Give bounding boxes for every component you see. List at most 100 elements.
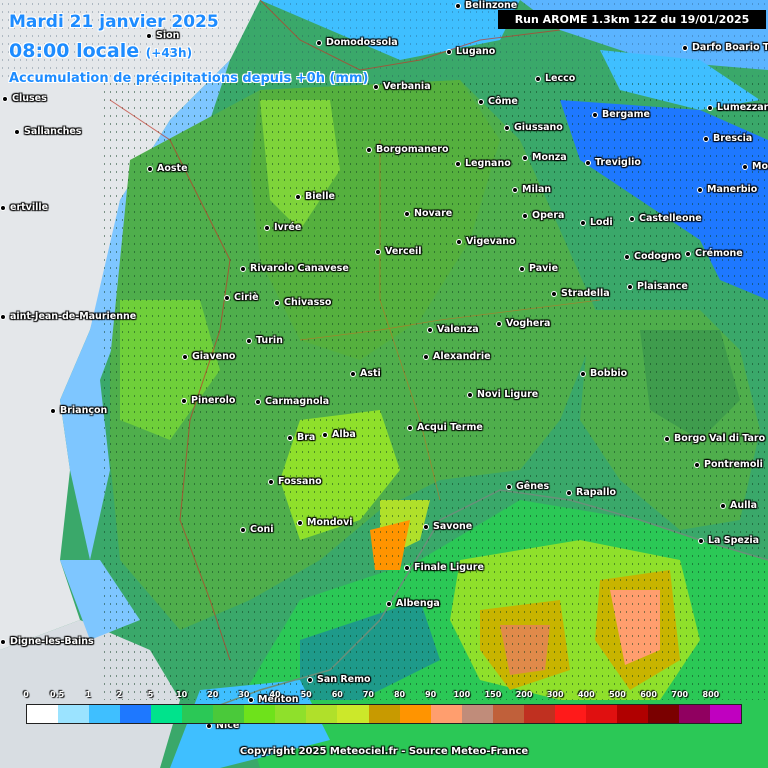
city-dot-icon xyxy=(506,483,512,490)
city-dot-icon xyxy=(404,564,410,571)
city-dot-icon xyxy=(224,294,230,301)
city-marker: Sion xyxy=(146,30,179,41)
legend-tick-label: 600 xyxy=(640,690,657,699)
city-marker: Acqui Terme xyxy=(407,422,483,433)
legend-tick-label: 5 xyxy=(147,690,154,699)
legend-swatch xyxy=(585,705,617,723)
city-dot-icon xyxy=(2,95,8,102)
city-label: Legnano xyxy=(465,158,511,169)
city-label: Côme xyxy=(488,96,518,107)
forecast-time-value: 08:00 locale xyxy=(9,40,140,62)
legend-swatch xyxy=(213,705,245,723)
city-label: Belinzone xyxy=(465,0,518,11)
map-background xyxy=(0,0,768,768)
city-marker: Castelleone xyxy=(629,213,702,224)
city-label: Chivasso xyxy=(284,297,332,308)
city-dot-icon xyxy=(720,502,726,509)
city-label: Sion xyxy=(156,30,180,41)
legend-tick-label: 300 xyxy=(546,690,564,699)
city-label: Alba xyxy=(332,429,356,440)
city-marker: Giaveno xyxy=(182,351,235,362)
city-dot-icon xyxy=(694,461,700,468)
city-dot-icon xyxy=(629,215,635,222)
city-label: Monza xyxy=(532,152,567,163)
city-dot-icon xyxy=(456,238,462,245)
city-label: Sallanches xyxy=(24,126,82,137)
city-label: Ciriè xyxy=(234,292,259,303)
city-dot-icon xyxy=(519,265,525,272)
city-marker: Aulla xyxy=(720,500,757,511)
legend-swatch xyxy=(337,705,369,723)
city-label: San Remo xyxy=(317,674,371,685)
city-marker: Rivarolo Canavese xyxy=(240,263,349,274)
city-marker: Borgo Val di Taro xyxy=(664,433,765,444)
legend-tick-label: 0 xyxy=(23,690,29,699)
city-marker: Cluses xyxy=(2,93,47,104)
city-marker: Aoste xyxy=(147,163,188,174)
city-dot-icon xyxy=(407,424,413,431)
precip-legend: 0 0.5 1 2 5 10 20 30 40 50 60 70 80 90 100 150 200 300 400… xyxy=(23,690,742,724)
legend-tick-label: 500 xyxy=(609,690,626,699)
city-dot-icon xyxy=(295,193,301,200)
city-label: Voghera xyxy=(506,318,551,329)
legend-tick-label: 400 xyxy=(577,690,595,699)
legend-tick-label: 20 xyxy=(207,690,219,699)
city-label: Verbania xyxy=(383,81,431,92)
city-dot-icon xyxy=(504,124,510,131)
city-marker: Alexandrie xyxy=(423,351,491,362)
city-dot-icon xyxy=(287,434,293,441)
city-marker: Valenza xyxy=(427,324,479,335)
city-dot-icon xyxy=(350,370,356,377)
legend-swatch xyxy=(58,705,90,723)
legend-swatch xyxy=(554,705,586,723)
city-label: Acqui Terme xyxy=(417,422,483,433)
forecast-date: Mardi 21 janvier 2025 xyxy=(9,12,219,32)
city-marker: Lumezzane xyxy=(707,102,768,113)
city-marker: Crémone xyxy=(685,248,743,259)
city-label: Savone xyxy=(433,521,473,532)
legend-swatch xyxy=(275,705,307,723)
city-label: Codogno xyxy=(634,251,681,262)
city-label: Verceil xyxy=(385,246,422,257)
city-marker: Verceil xyxy=(375,246,422,257)
city-label: Darfo Boario Term xyxy=(692,42,768,53)
city-label: Treviglio xyxy=(595,157,641,168)
city-label: Valenza xyxy=(437,324,479,335)
city-marker: Bergame xyxy=(592,109,650,120)
city-marker: Albenga xyxy=(386,598,440,609)
city-dot-icon xyxy=(592,111,598,118)
legend-swatch xyxy=(244,705,276,723)
city-marker: Milan xyxy=(512,184,551,195)
city-marker: Voghera xyxy=(496,318,550,329)
city-marker: Finale Ligure xyxy=(404,562,484,573)
legend-color-bar xyxy=(26,704,742,724)
city-label: Digne-les-Bains xyxy=(10,636,94,647)
city-dot-icon xyxy=(624,253,630,260)
city-label: Domodossola xyxy=(326,37,398,48)
city-dot-icon xyxy=(551,290,557,297)
city-marker: Mon xyxy=(742,161,768,172)
city-marker: Darfo Boario Term xyxy=(682,42,768,53)
city-dot-icon xyxy=(404,210,410,217)
city-dot-icon xyxy=(14,128,20,135)
city-label: Borgomanero xyxy=(376,144,449,155)
city-marker: Giussano xyxy=(504,122,563,133)
city-marker: Opera xyxy=(522,210,564,221)
city-marker: Savone xyxy=(423,521,472,532)
city-label: Aulla xyxy=(730,500,758,511)
city-dot-icon xyxy=(147,165,153,172)
legend-tick-label: 90 xyxy=(425,690,437,699)
city-dot-icon xyxy=(182,353,188,360)
city-dot-icon xyxy=(698,537,704,544)
legend-tick-label: 700 xyxy=(671,690,689,699)
city-marker: Bra xyxy=(287,432,315,443)
city-label: Finale Ligure xyxy=(414,562,484,573)
legend-tick-label: 30 xyxy=(238,690,250,699)
city-marker: Novare xyxy=(404,208,452,219)
city-dot-icon xyxy=(322,431,328,438)
city-marker: Brescia xyxy=(703,133,752,144)
city-label: ertville xyxy=(10,202,49,213)
city-marker: Briançon xyxy=(50,405,107,416)
city-marker: Verbania xyxy=(373,81,431,92)
city-dot-icon xyxy=(707,104,713,111)
